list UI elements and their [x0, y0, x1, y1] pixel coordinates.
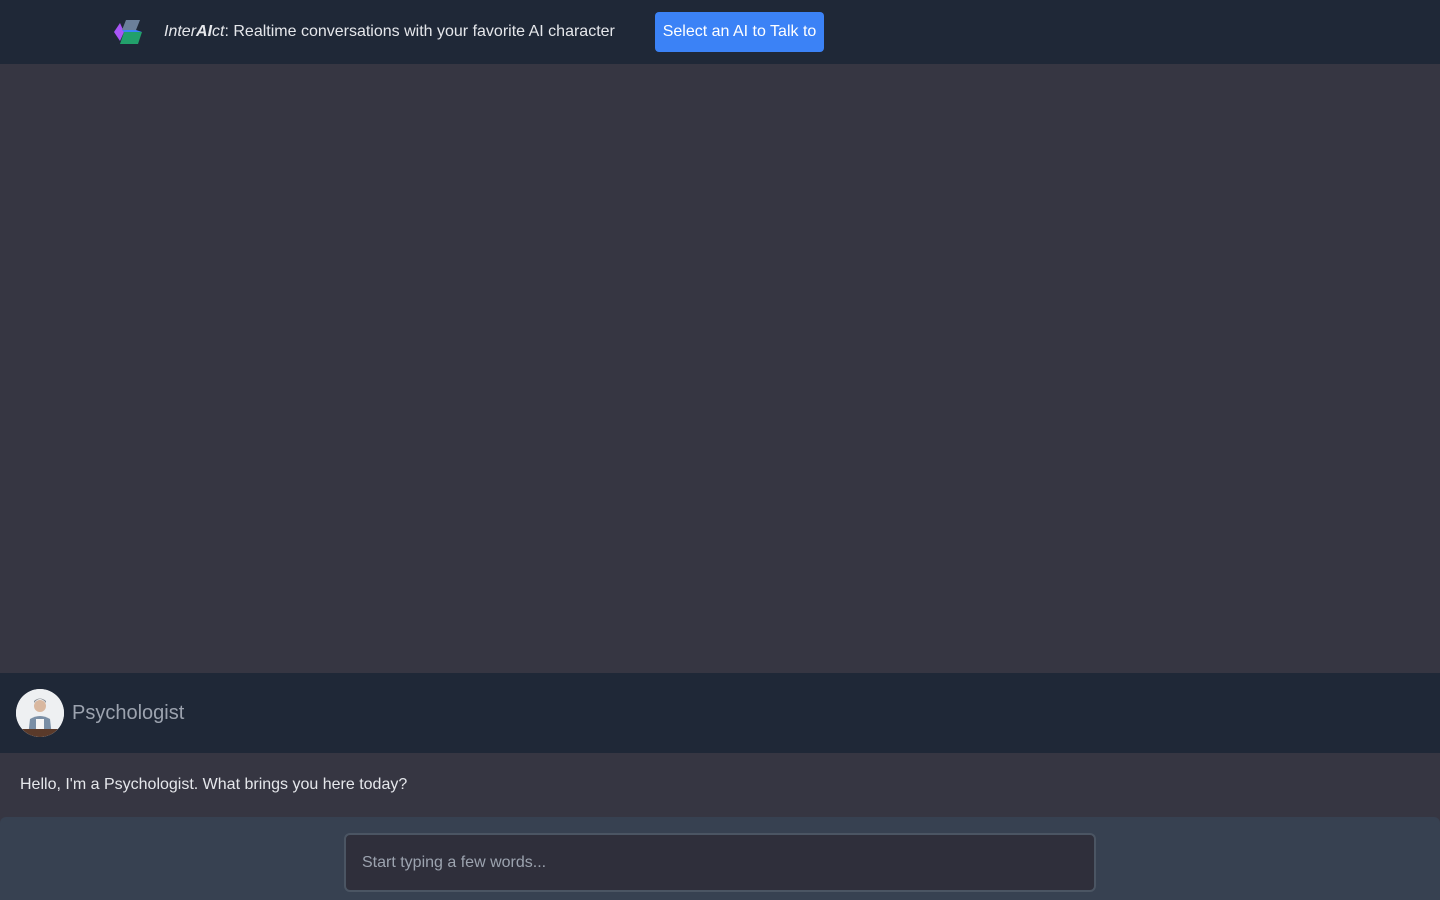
app-logo-icon [114, 20, 142, 44]
character-bar: Psychologist [0, 673, 1440, 753]
select-ai-button[interactable]: Select an AI to Talk to [655, 12, 824, 52]
ai-greeting-message: Hello, I'm a Psychologist. What brings y… [20, 776, 408, 793]
brand-name: InterAIct [164, 23, 225, 40]
character-stage [0, 64, 1440, 673]
message-area: Hello, I'm a Psychologist. What brings y… [0, 753, 1440, 817]
tagline-text: : Realtime conversations with your favor… [224, 23, 615, 40]
character-name: Psychologist [72, 702, 185, 724]
avatar-icon [16, 689, 64, 737]
input-bar [0, 817, 1440, 900]
app-tagline: InterAIct: Realtime conversations with y… [164, 22, 615, 42]
psychologist-avatar [16, 689, 64, 737]
chat-input[interactable] [344, 833, 1096, 892]
app-header: InterAIct: Realtime conversations with y… [0, 0, 1440, 64]
